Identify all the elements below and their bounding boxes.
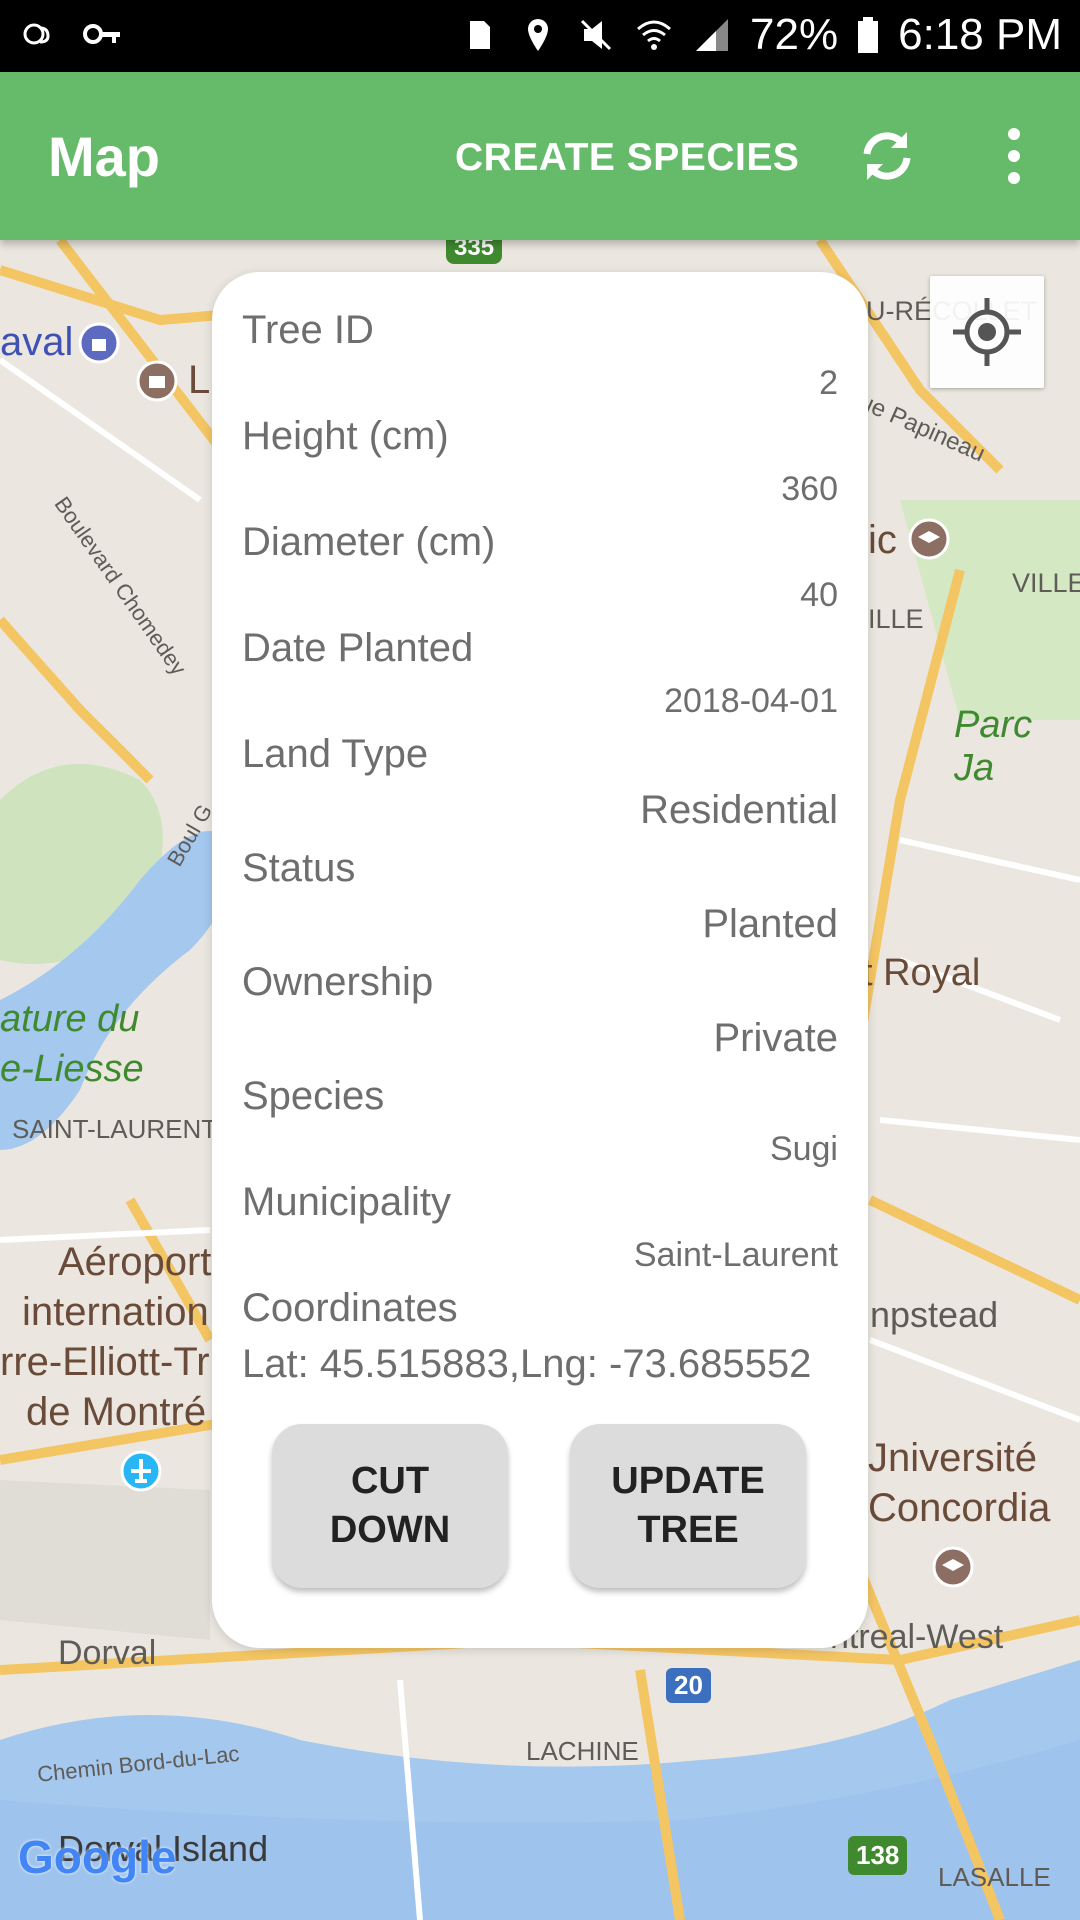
- map-label: Parc Ja: [954, 704, 1033, 789]
- diameter-value: 40: [800, 576, 838, 614]
- more-vert-icon[interactable]: [994, 124, 1034, 188]
- status-value: Planted: [702, 902, 838, 946]
- google-logo: Google: [18, 1831, 177, 1883]
- tree-info-card: Tree ID 2 Height (cm) 360 Diameter (cm) …: [212, 272, 868, 1648]
- status-label: Status: [242, 846, 356, 890]
- tree-id-label: Tree ID: [242, 308, 374, 352]
- height-value: 360: [781, 470, 838, 508]
- map-label: rre-Elliott-Tr: [0, 1340, 210, 1384]
- app-bar: Map CREATE SPECIES: [0, 72, 1080, 240]
- municipality-value: Saint-Laurent: [633, 1236, 838, 1274]
- clock: 6:18 PM: [898, 10, 1062, 59]
- map-label: Jniversité: [868, 1436, 1037, 1480]
- coordinates-value: Lat: 45.515883,Lng: -73.685552: [242, 1342, 812, 1386]
- map-label: npstead: [870, 1294, 999, 1335]
- land-type-value: Residential: [640, 788, 838, 832]
- key-icon: [83, 24, 120, 44]
- municipality-label: Municipality: [242, 1180, 451, 1224]
- battery-percent: 72%: [750, 10, 839, 59]
- map-label: aval: [0, 320, 74, 364]
- route-badge: 335: [446, 240, 503, 264]
- map-label: SAINT-LAURENT: [12, 1114, 218, 1144]
- map-label: Aéroport: [58, 1240, 212, 1284]
- signal-icon: [696, 19, 729, 51]
- sync-icon[interactable]: [855, 124, 919, 188]
- status-bar: 72% 6:18 PM: [0, 0, 1080, 72]
- sim-icon: [470, 21, 491, 49]
- weather-icon: [23, 23, 50, 45]
- map-label: ILLE: [868, 604, 924, 634]
- wifi-icon: [637, 20, 672, 50]
- page-title: Map: [48, 125, 160, 188]
- shopping-icon: [78, 322, 120, 364]
- map-label: Dorval: [58, 1634, 157, 1672]
- my-location-icon: [953, 298, 1021, 366]
- map-label: ic: [868, 518, 897, 562]
- school-icon: [908, 518, 950, 560]
- map-label: t Royal: [862, 952, 981, 994]
- map-label: LASALLE: [938, 1862, 1051, 1892]
- mute-icon: [580, 19, 612, 51]
- ownership-label: Ownership: [242, 960, 434, 1004]
- ownership-value: Private: [713, 1016, 839, 1060]
- tree-id-value: 2: [819, 364, 838, 402]
- cut-down-button[interactable]: CUT DOWN: [272, 1424, 508, 1588]
- route-badge: 20: [666, 1668, 711, 1703]
- map-label: LACHINE: [526, 1736, 639, 1766]
- route-badge: 138: [848, 1836, 908, 1875]
- my-location-button[interactable]: [930, 276, 1044, 388]
- map-label: L: [188, 358, 211, 402]
- map-label: internation: [22, 1290, 209, 1334]
- diameter-label: Diameter (cm): [242, 520, 496, 564]
- map-label: ature du: [0, 998, 140, 1040]
- species-label: Species: [242, 1074, 385, 1118]
- species-value: Sugi: [769, 1130, 838, 1168]
- location-icon: [528, 19, 549, 51]
- map-label: de Montré: [26, 1390, 207, 1434]
- map-label: VILLE: [1012, 568, 1080, 598]
- map-label: e-Liesse: [0, 1048, 144, 1090]
- airport-icon: [120, 1450, 162, 1492]
- height-label: Height (cm): [242, 414, 449, 458]
- create-species-button[interactable]: CREATE SPECIES: [455, 136, 799, 180]
- school-icon: [932, 1546, 974, 1588]
- date-planted-label: Date Planted: [242, 626, 474, 670]
- map-label: Concordia: [868, 1486, 1051, 1530]
- battery-icon: [858, 17, 879, 53]
- update-tree-button[interactable]: UPDATE TREE: [570, 1424, 806, 1588]
- date-planted-value: 2018-04-01: [664, 682, 838, 720]
- museum-icon: [136, 360, 178, 402]
- land-type-label: Land Type: [242, 732, 429, 776]
- coordinates-label: Coordinates: [242, 1286, 458, 1330]
